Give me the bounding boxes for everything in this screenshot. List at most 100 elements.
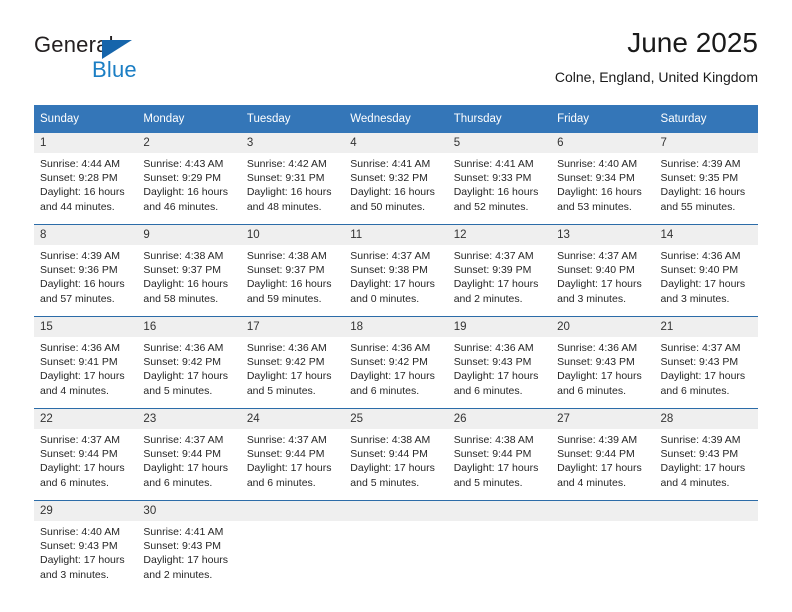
- sunrise-text: Sunrise: 4:39 AM: [660, 158, 741, 170]
- day-number: 1: [34, 133, 138, 153]
- day-details: Sunrise: 4:36 AM Sunset: 9:42 PM Daylight:…: [137, 337, 240, 398]
- day-details: Sunrise: 4:38 AM Sunset: 9:44 PM Daylight:…: [448, 429, 551, 490]
- day-cell[interactable]: 25 Sunrise: 4:38 AM Sunset: 9:44 PM Dayligh…: [344, 408, 448, 493]
- day-cell[interactable]: 24 Sunrise: 4:37 AM Sunset: 9:44 PM Dayligh…: [240, 408, 345, 493]
- daylight-text-line1: Daylight: 17 hours: [660, 462, 746, 475]
- day-cell[interactable]: 7 Sunrise: 4:39 AM Sunset: 9:35 PM Daylight…: [654, 133, 758, 217]
- daylight-text-line2: and 6 minutes.: [350, 384, 420, 397]
- day-details: [551, 521, 654, 525]
- day-cell[interactable]: 10 Sunrise: 4:38 AM Sunset: 9:37 PM Dayligh…: [240, 224, 345, 309]
- day-number: 13: [551, 225, 655, 245]
- sunrise-text: Sunrise: 4:43 AM: [143, 158, 224, 170]
- day-cell-empty: [551, 500, 655, 585]
- day-cell[interactable]: 2 Sunrise: 4:43 AM Sunset: 9:29 PM Daylight…: [137, 133, 241, 217]
- day-cell[interactable]: 16 Sunrise: 4:36 AM Sunset: 9:42 PM Dayligh…: [137, 316, 241, 401]
- daylight-text-line2: and 4 minutes.: [40, 384, 109, 397]
- day-cell[interactable]: 22 Sunrise: 4:37 AM Sunset: 9:44 PM Dayligh…: [34, 408, 138, 493]
- daylight-text-line1: Daylight: 17 hours: [350, 462, 435, 475]
- day-details: Sunrise: 4:37 AM Sunset: 9:44 PM Daylight:…: [137, 429, 240, 490]
- day-cell[interactable]: 20 Sunrise: 4:36 AM Sunset: 9:43 PM Dayligh…: [551, 316, 655, 401]
- daylight-text-line2: and 52 minutes.: [453, 200, 529, 213]
- day-details: Sunrise: 4:36 AM Sunset: 9:42 PM Daylight:…: [344, 337, 447, 398]
- day-cell[interactable]: 29 Sunrise: 4:40 AM Sunset: 9:43 PM Dayligh…: [34, 500, 138, 585]
- day-cell[interactable]: 26 Sunrise: 4:38 AM Sunset: 9:44 PM Dayligh…: [447, 408, 552, 493]
- day-cell[interactable]: 11 Sunrise: 4:37 AM Sunset: 9:38 PM Dayligh…: [344, 224, 448, 309]
- day-number: 18: [344, 317, 448, 337]
- day-cell[interactable]: 4 Sunrise: 4:41 AM Sunset: 9:32 PM Daylight…: [344, 133, 448, 217]
- day-cell[interactable]: 28 Sunrise: 4:39 AM Sunset: 9:43 PM Dayligh…: [654, 408, 758, 493]
- daylight-text-line2: and 59 minutes.: [246, 292, 322, 305]
- day-cell[interactable]: 8 Sunrise: 4:39 AM Sunset: 9:36 PM Daylight…: [34, 224, 138, 309]
- day-cell[interactable]: 19 Sunrise: 4:36 AM Sunset: 9:43 PM Dayligh…: [447, 316, 552, 401]
- day-cell[interactable]: 14 Sunrise: 4:36 AM Sunset: 9:40 PM Dayligh…: [654, 224, 758, 309]
- day-number: 12: [447, 225, 552, 245]
- day-cell[interactable]: 3 Sunrise: 4:42 AM Sunset: 9:31 PM Daylight…: [240, 133, 345, 217]
- day-details: Sunrise: 4:41 AM Sunset: 9:32 PM Daylight:…: [344, 153, 447, 214]
- daylight-text-line2: and 4 minutes.: [557, 476, 626, 489]
- day-number: 26: [447, 409, 552, 429]
- day-cell[interactable]: 18 Sunrise: 4:36 AM Sunset: 9:42 PM Dayligh…: [344, 316, 448, 401]
- day-cell[interactable]: 21 Sunrise: 4:37 AM Sunset: 9:43 PM Dayligh…: [654, 316, 758, 401]
- day-number: 8: [34, 225, 138, 245]
- daylight-text-line2: and 5 minutes.: [350, 476, 420, 489]
- sunset-text: Sunset: 9:31 PM: [246, 172, 325, 185]
- sunset-text: Sunset: 9:42 PM: [246, 356, 325, 369]
- sunrise-text: Sunrise: 4:37 AM: [557, 250, 638, 262]
- sunset-text: Sunset: 9:38 PM: [350, 264, 428, 277]
- day-details: Sunrise: 4:39 AM Sunset: 9:36 PM Daylight:…: [34, 245, 137, 306]
- day-cell[interactable]: 9 Sunrise: 4:38 AM Sunset: 9:37 PM Daylight…: [137, 224, 241, 309]
- day-number: 27: [551, 409, 655, 429]
- day-details: Sunrise: 4:37 AM Sunset: 9:39 PM Daylight:…: [448, 245, 551, 306]
- week-spacer: [34, 309, 758, 317]
- daylight-text-line2: and 46 minutes.: [143, 200, 219, 213]
- daylight-text-line1: Daylight: 17 hours: [557, 278, 642, 291]
- daylight-text-line2: and 3 minutes.: [40, 568, 109, 581]
- day-cell[interactable]: 12 Sunrise: 4:37 AM Sunset: 9:39 PM Dayligh…: [447, 224, 552, 309]
- day-number: 20: [551, 317, 655, 337]
- day-cell[interactable]: 5 Sunrise: 4:41 AM Sunset: 9:33 PM Daylight…: [447, 133, 552, 217]
- day-cell[interactable]: 30 Sunrise: 4:41 AM Sunset: 9:43 PM Dayligh…: [137, 500, 241, 585]
- weekday-header-row: Sunday Monday Tuesday Wednesday Thursday…: [34, 105, 758, 133]
- sunset-text: Sunset: 9:35 PM: [660, 172, 739, 185]
- day-number: 2: [137, 133, 241, 153]
- sunrise-text: Sunrise: 4:37 AM: [40, 434, 120, 446]
- daylight-text-line1: Daylight: 16 hours: [246, 278, 332, 291]
- sunset-text: Sunset: 9:40 PM: [557, 264, 635, 277]
- day-cell[interactable]: 17 Sunrise: 4:36 AM Sunset: 9:42 PM Dayligh…: [240, 316, 345, 401]
- sunrise-text: Sunrise: 4:41 AM: [143, 526, 224, 538]
- day-cell[interactable]: 27 Sunrise: 4:39 AM Sunset: 9:44 PM Dayligh…: [551, 408, 655, 493]
- sunrise-text: Sunrise: 4:36 AM: [350, 342, 431, 354]
- day-details: Sunrise: 4:38 AM Sunset: 9:44 PM Daylight:…: [344, 429, 447, 490]
- daylight-text-line1: Daylight: 17 hours: [246, 462, 332, 475]
- daylight-text-line1: Daylight: 16 hours: [143, 186, 229, 199]
- sunset-text: Sunset: 9:44 PM: [350, 448, 428, 461]
- day-details: Sunrise: 4:44 AM Sunset: 9:28 PM Daylight:…: [34, 153, 137, 214]
- day-cell[interactable]: 6 Sunrise: 4:40 AM Sunset: 9:34 PM Daylight…: [551, 133, 655, 217]
- daylight-text-line2: and 5 minutes.: [246, 384, 316, 397]
- day-cell-empty: [654, 500, 758, 585]
- day-details: Sunrise: 4:41 AM Sunset: 9:33 PM Daylight:…: [448, 153, 551, 214]
- sunrise-text: Sunrise: 4:37 AM: [453, 250, 534, 262]
- weekday-header-sunday: Sunday: [34, 105, 138, 133]
- calendar-body: 1 Sunrise: 4:44 AM Sunset: 9:28 PM Daylight…: [34, 133, 758, 585]
- day-details: Sunrise: 4:36 AM Sunset: 9:43 PM Daylight:…: [551, 337, 654, 398]
- general-blue-logo[interactable]: General Blue: [34, 32, 174, 84]
- calendar-page: General Blue June 2025 Colne, England, U…: [0, 0, 792, 612]
- day-details: Sunrise: 4:37 AM Sunset: 9:38 PM Daylight:…: [344, 245, 447, 306]
- sunrise-text: Sunrise: 4:36 AM: [557, 342, 638, 354]
- day-cell[interactable]: 13 Sunrise: 4:37 AM Sunset: 9:40 PM Dayligh…: [551, 224, 655, 309]
- day-cell[interactable]: 1 Sunrise: 4:44 AM Sunset: 9:28 PM Daylight…: [34, 133, 138, 217]
- day-details: [241, 521, 344, 525]
- weekday-header-tuesday: Tuesday: [240, 105, 345, 133]
- day-cell[interactable]: 15 Sunrise: 4:36 AM Sunset: 9:41 PM Dayligh…: [34, 316, 138, 401]
- day-details: [448, 521, 551, 525]
- sunrise-text: Sunrise: 4:44 AM: [40, 158, 120, 170]
- day-cell[interactable]: 23 Sunrise: 4:37 AM Sunset: 9:44 PM Dayligh…: [137, 408, 241, 493]
- sunrise-text: Sunrise: 4:36 AM: [660, 250, 741, 262]
- sunset-text: Sunset: 9:44 PM: [143, 448, 222, 461]
- weekday-header-wednesday: Wednesday: [344, 105, 448, 133]
- day-details: Sunrise: 4:42 AM Sunset: 9:31 PM Daylight:…: [241, 153, 344, 214]
- daylight-text-line1: Daylight: 16 hours: [660, 186, 746, 199]
- day-number: 10: [240, 225, 345, 245]
- day-number: 29: [34, 501, 138, 521]
